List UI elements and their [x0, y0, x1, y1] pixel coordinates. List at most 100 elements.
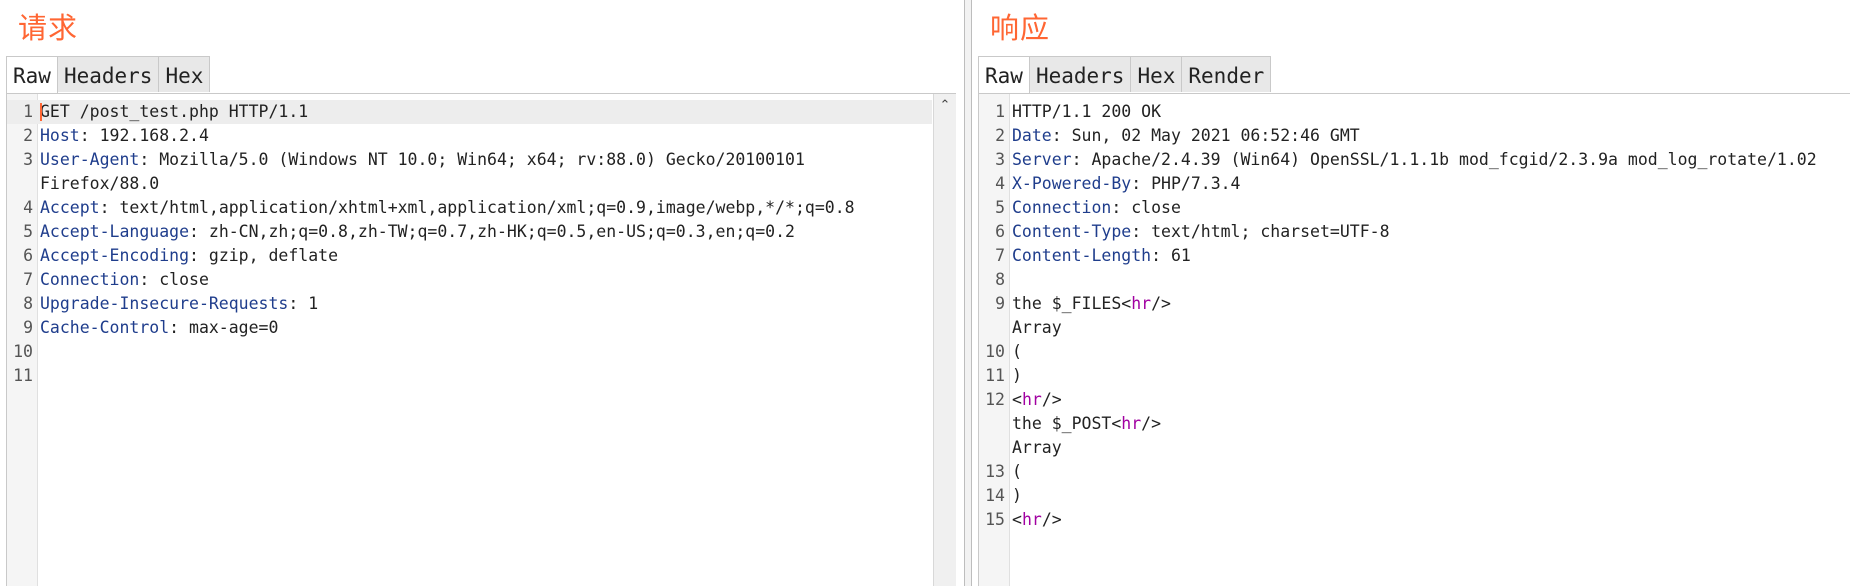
request-line[interactable]: 11 [7, 364, 932, 388]
request-line[interactable]: 2 Host: 192.168.2.4 [7, 124, 932, 148]
text-caret [40, 103, 42, 121]
request-tab-hex[interactable]: Hex [158, 56, 211, 92]
line-number: 7 [995, 246, 1005, 265]
header-value: ) [1012, 486, 1022, 505]
response-line[interactable]: Array [979, 316, 1850, 340]
response-tab-headers[interactable]: Headers [1028, 56, 1132, 92]
response-line[interactable]: 10 ( [979, 340, 1850, 364]
html-text: /> [1041, 390, 1062, 409]
html-text: /> [1041, 510, 1062, 529]
line-number: 6 [23, 246, 33, 265]
line-content: the $_FILES<hr/> [1012, 292, 1171, 316]
chevron-up-icon[interactable]: ⌃ [934, 96, 956, 116]
request-line[interactable]: 7 Connection: close [7, 268, 932, 292]
line-content: Accept-Encoding: gzip, deflate [40, 244, 338, 268]
header-value: : max-age=0 [169, 318, 279, 337]
header-value: : text/html; charset=UTF-8 [1131, 222, 1390, 241]
header-name: Connection [40, 270, 140, 289]
line-number: 3 [995, 150, 1005, 169]
response-title: 响应 [990, 11, 1051, 45]
line-content: Connection: close [1012, 196, 1181, 220]
html-tag: hr [1121, 414, 1142, 433]
header-name: Date [1012, 126, 1052, 145]
response-line[interactable]: 14) [979, 484, 1850, 508]
line-number: 10 [13, 342, 33, 361]
response-line[interactable]: 12 <hr/> [979, 388, 1850, 412]
header-name: Cache-Control [40, 318, 170, 337]
pane-divider[interactable] [964, 0, 972, 586]
response-line[interactable]: 2 Date: Sun, 02 May 2021 06:52:46 GMT [979, 124, 1850, 148]
request-line[interactable]: 5 Accept-Language: zh-CN,zh;q=0.8,zh-TW;q… [7, 220, 932, 244]
response-line[interactable]: 8 [979, 268, 1850, 292]
request-tab-raw[interactable]: Raw [6, 56, 58, 93]
request-line[interactable]: 10 [7, 340, 932, 364]
response-line[interactable]: 9 the $_FILES<hr/> [979, 292, 1850, 316]
header-name: Host [40, 126, 80, 145]
response-line[interactable]: 6 Content-Type: text/html; charset=UTF-8 [979, 220, 1850, 244]
line-content: <hr/> [1012, 388, 1062, 412]
line-content: ) [1012, 484, 1022, 508]
line-content: Cache-Control: max-age=0 [40, 316, 278, 340]
request-line[interactable]: 1 GET /post_test.php HTTP/1.1 [7, 100, 932, 124]
line-number: 6 [995, 222, 1005, 241]
line-content: Content-Type: text/html; charset=UTF-8 [1012, 220, 1390, 244]
request-title: 请求 [18, 11, 79, 45]
response-tab-raw[interactable]: Raw [978, 56, 1030, 93]
response-line[interactable]: 13 ( [979, 460, 1850, 484]
response-editor[interactable]: 1 HTTP/1.1 200 OK 2 Date: Sun, 02 May 2021 … [978, 93, 1850, 586]
header-value: : 192.168.2.4 [79, 126, 209, 145]
header-value: GET /post_test.php HTTP/1.1 [40, 102, 309, 121]
line-content: Date: Sun, 02 May 2021 06:52:46 GMT [1012, 124, 1360, 148]
request-line[interactable]: 8 Upgrade-Insecure-Requests: 1 [7, 292, 932, 316]
response-tab-hex[interactable]: Hex [1130, 56, 1183, 92]
line-content: HTTP/1.1 200 OK [1012, 100, 1161, 124]
header-name: X-Powered-By [1012, 174, 1132, 193]
response-line[interactable]: 7 Content-Length: 61 [979, 244, 1850, 268]
request-scrollbar[interactable]: ⌃ [933, 94, 956, 586]
response-line[interactable]: the $_POST<hr/> [979, 412, 1850, 436]
line-number: 9 [995, 294, 1005, 313]
request-line[interactable]: 4 Accept: text/html,application/xhtml+xml… [7, 196, 932, 220]
line-number: 11 [13, 366, 33, 385]
response-line[interactable]: Array [979, 436, 1850, 460]
line-content: ) [1012, 364, 1022, 388]
line-number: 1 [995, 102, 1005, 121]
response-line[interactable]: 1 HTTP/1.1 200 OK [979, 100, 1850, 124]
header-name: User-Agent [40, 150, 140, 169]
header-name: Server [1012, 150, 1072, 169]
html-text: /> [1151, 294, 1171, 313]
request-editor[interactable]: 1 GET /post_test.php HTTP/1.1 2 Host: 192.1… [6, 93, 956, 586]
header-value: : 1 [288, 294, 319, 313]
line-number: 15 [985, 510, 1005, 529]
header-value: : gzip, deflate [189, 246, 339, 265]
header-value: : zh-CN,zh;q=0.8,zh-TW;q=0.7,zh-HK;q=0.5… [189, 222, 795, 241]
header-value: Array [1012, 438, 1062, 457]
line-number: 8 [23, 294, 33, 313]
header-name: Connection [1012, 198, 1112, 217]
html-tag: hr [1021, 510, 1042, 529]
line-number: 13 [985, 462, 1005, 481]
html-text: /> [1141, 414, 1162, 433]
html-tag: hr [1131, 294, 1152, 313]
response-line[interactable]: 3 Server: Apache/2.4.39 (Win64) OpenSSL/1… [979, 148, 1850, 172]
line-number: 3 [23, 150, 33, 169]
response-line[interactable]: 4 X-Powered-By: PHP/7.3.4 [979, 172, 1850, 196]
html-tag: hr [1021, 390, 1042, 409]
request-line[interactable]: 3 User-Agent: Mozilla/5.0 (Windows NT 10.… [7, 148, 932, 172]
request-line[interactable]: 9 Cache-Control: max-age=0 [7, 316, 932, 340]
line-content: Accept-Language: zh-CN,zh;q=0.8,zh-TW;q=… [40, 220, 795, 244]
request-line[interactable]: 6 Accept-Encoding: gzip, deflate [7, 244, 932, 268]
request-line[interactable]: Firefox/88.0 [7, 172, 932, 196]
request-lines: 1 GET /post_test.php HTTP/1.1 2 Host: 192.1… [7, 100, 932, 388]
header-value: Firefox/88.0 [40, 174, 160, 193]
header-name: Accept [40, 198, 100, 217]
header-value: : Sun, 02 May 2021 06:52:46 GMT [1051, 126, 1360, 145]
response-line[interactable]: 15 <hr/> [979, 508, 1850, 532]
response-line[interactable]: 11) [979, 364, 1850, 388]
request-pane: 请求 Raw Headers Hex 1 GET /post_test.php H… [0, 0, 964, 586]
request-tab-headers[interactable]: Headers [56, 56, 160, 92]
response-tab-render[interactable]: Render [1181, 56, 1272, 92]
line-number: 5 [995, 198, 1005, 217]
header-value: HTTP/1.1 200 OK [1012, 102, 1162, 121]
response-line[interactable]: 5 Connection: close [979, 196, 1850, 220]
